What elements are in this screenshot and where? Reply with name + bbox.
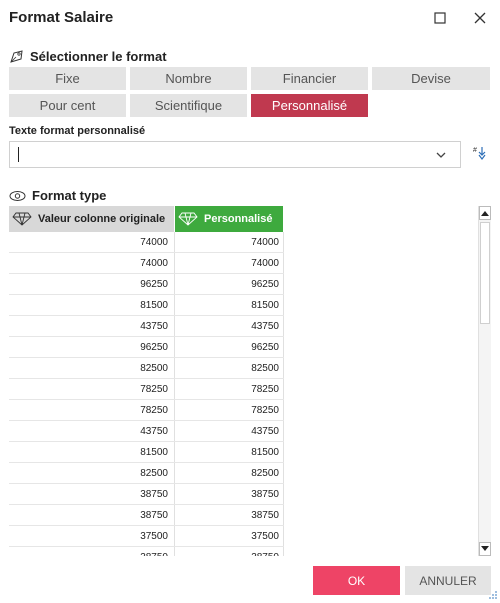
table-row[interactable]: 74000 74000: [9, 232, 284, 253]
table-row[interactable]: 81500 81500: [9, 295, 284, 316]
vertical-scrollbar[interactable]: [478, 206, 491, 556]
cell-original-value: 37500: [140, 531, 168, 542]
cell-original-value: 38750: [140, 489, 168, 500]
format-nombre-button[interactable]: Nombre: [130, 67, 247, 90]
column-header-original-label: Valeur colonne originale: [38, 213, 166, 225]
cell-original-value: 81500: [140, 300, 168, 311]
cell-original-value: 96250: [140, 279, 168, 290]
cell-original-value: 81500: [140, 447, 168, 458]
cell-original-value: 96250: [140, 342, 168, 353]
window-title: Format Salaire: [9, 9, 114, 26]
cell-custom-value: 78250: [251, 405, 279, 416]
cell-custom-value: 96250: [251, 342, 279, 353]
eye-icon: [9, 190, 26, 201]
cell-custom-value: 96250: [251, 279, 279, 290]
format-scientifique-button[interactable]: Scientifique: [130, 94, 247, 117]
custom-format-label: Texte format personnalisé: [9, 125, 146, 137]
close-icon: [474, 12, 486, 24]
format-section-header: Sélectionner le format: [9, 49, 167, 64]
cell-custom-value: 38750: [251, 510, 279, 521]
cell-custom-value: 81500: [251, 300, 279, 311]
table-row[interactable]: 96250 96250: [9, 274, 284, 295]
cell-original-value: 78250: [140, 405, 168, 416]
table-row[interactable]: 38750 38750: [9, 505, 284, 526]
type-section-header: Format type: [9, 188, 106, 203]
cell-original-value: 82500: [140, 363, 168, 374]
maximize-icon: [434, 12, 446, 24]
cell-original-value: 78250: [140, 384, 168, 395]
cancel-button[interactable]: ANNULER: [405, 566, 491, 595]
table-row[interactable]: 43750 43750: [9, 316, 284, 337]
table-row[interactable]: 96250 96250: [9, 337, 284, 358]
diamond-icon: [178, 212, 198, 226]
cell-original-value: 82500: [140, 468, 168, 479]
scroll-down-button[interactable]: [479, 542, 491, 556]
format-devise-button[interactable]: Devise: [372, 67, 490, 90]
maximize-button[interactable]: [427, 6, 453, 30]
chevron-down-icon[interactable]: [434, 148, 448, 162]
table-row[interactable]: 37500 37500: [9, 526, 284, 547]
table-row[interactable]: 38750 38750: [9, 484, 284, 505]
table-row[interactable]: 38750 38750: [9, 547, 284, 556]
close-button[interactable]: [467, 6, 493, 30]
cell-original-value: 74000: [140, 258, 168, 269]
format-fixe-button[interactable]: Fixe: [9, 67, 126, 90]
cell-custom-value: 43750: [251, 321, 279, 332]
table-row[interactable]: 43750 43750: [9, 421, 284, 442]
column-header-custom[interactable]: Personnalisé: [175, 206, 283, 232]
cell-custom-value: 38750: [175, 552, 279, 556]
cell-original-value: 43750: [140, 321, 168, 332]
cell-custom-value: 78250: [251, 384, 279, 395]
preview-grid: Valeur colonne originale Personnalisé 74…: [9, 206, 478, 556]
custom-format-input[interactable]: [16, 145, 416, 164]
type-section-label: Format type: [32, 188, 107, 203]
column-header-custom-label: Personnalisé: [204, 213, 273, 225]
table-row[interactable]: 74000 74000: [9, 253, 284, 274]
diamond-icon: [12, 212, 32, 226]
cell-custom-value: 38750: [251, 489, 279, 500]
format-personnalise-button[interactable]: Personnalisé: [251, 94, 368, 117]
format-financier-button[interactable]: Financier: [251, 67, 368, 90]
format-pour-cent-button[interactable]: Pour cent: [9, 94, 126, 117]
cell-original-value: 43750: [140, 426, 168, 437]
table-row[interactable]: 81500 81500: [9, 442, 284, 463]
cell-custom-value: 74000: [251, 237, 279, 248]
cell-original-value: 38750: [140, 510, 168, 521]
cell-custom-value: 82500: [251, 468, 279, 479]
column-header-original[interactable]: Valeur colonne originale: [9, 206, 174, 232]
format-options-icon[interactable]: #: [472, 143, 490, 165]
tag-icon: [10, 49, 23, 63]
arrow-up-icon: [481, 211, 489, 216]
svg-text:#: #: [473, 147, 477, 154]
cell-original-value: 38750: [9, 552, 168, 556]
format-section-label: Sélectionner le format: [30, 49, 167, 64]
ok-button[interactable]: OK: [313, 566, 400, 595]
table-row[interactable]: 82500 82500: [9, 463, 284, 484]
cell-custom-value: 82500: [251, 363, 279, 374]
cell-original-value: 74000: [140, 237, 168, 248]
title-bar: Format Salaire: [0, 0, 500, 36]
scroll-up-button[interactable]: [479, 206, 491, 220]
cell-custom-value: 37500: [251, 531, 279, 542]
custom-format-combobox[interactable]: [9, 141, 461, 168]
cell-custom-value: 74000: [251, 258, 279, 269]
table-row[interactable]: 78250 78250: [9, 400, 284, 421]
table-row[interactable]: 82500 82500: [9, 358, 284, 379]
cell-custom-value: 81500: [251, 447, 279, 458]
table-row[interactable]: 78250 78250: [9, 379, 284, 400]
cell-custom-value: 43750: [251, 426, 279, 437]
table-body: 74000 74000 74000 74000 96250 96250 81500 81500…: [9, 232, 284, 556]
arrow-down-icon: [481, 546, 489, 551]
scroll-thumb[interactable]: [480, 222, 490, 324]
resize-grip-icon[interactable]: [488, 590, 498, 600]
